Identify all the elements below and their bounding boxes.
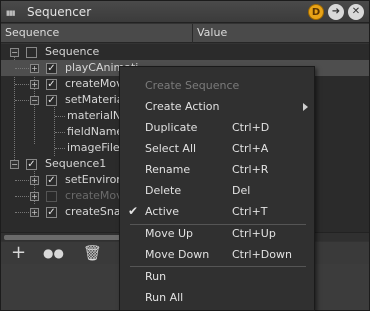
menu-item-duplicate[interactable]: Duplicate Ctrl+D: [120, 117, 314, 138]
panel-title: Sequencer: [27, 5, 92, 19]
tree-guide: [15, 212, 29, 213]
menu-item-select-all[interactable]: Select All Ctrl+A: [120, 138, 314, 159]
row-label: setMateria: [65, 93, 124, 106]
tree-guide: [15, 84, 29, 85]
column-value[interactable]: Value: [197, 26, 227, 39]
close-icon[interactable]: ✕: [348, 4, 364, 20]
row-label: setEnviron: [65, 173, 124, 186]
column-header: Sequence Value: [1, 24, 369, 43]
collapse-icon[interactable]: −: [10, 48, 19, 57]
row-checkbox[interactable]: [26, 47, 37, 58]
menu-item-shortcut: Ctrl+Down: [232, 248, 292, 261]
menu-item-run-all[interactable]: Run All: [120, 287, 314, 308]
menu-item-shortcut: Ctrl+A: [232, 142, 269, 155]
menu-item-move-down[interactable]: Move Down Ctrl+Down: [120, 244, 314, 265]
grip-icon[interactable]: ▮▮▮: [6, 9, 16, 17]
menu-item-label: Delete: [145, 184, 182, 197]
check-icon: ✔: [128, 204, 139, 218]
tree-guide: [55, 132, 65, 133]
collapse-icon[interactable]: −: [10, 160, 19, 169]
row-checkbox[interactable]: ✓: [46, 207, 57, 218]
row-checkbox[interactable]: ✓: [46, 175, 57, 186]
record-icon[interactable]: ●●: [43, 242, 64, 264]
row-label: fieldName: [67, 125, 124, 138]
expand-icon[interactable]: +: [30, 192, 39, 201]
expand-icon[interactable]: +: [30, 64, 39, 73]
menu-item-shortcut: Del: [232, 184, 251, 197]
trash-icon[interactable]: 🗑: [83, 242, 102, 264]
menu-item-label: Select All: [145, 142, 197, 155]
menu-item-label: Move Down: [145, 248, 210, 261]
row-label: imageFiler: [67, 141, 125, 154]
column-divider[interactable]: [192, 24, 193, 43]
menu-item-shortcut: Ctrl+Up: [232, 227, 276, 240]
row-label: createMov: [65, 189, 123, 202]
row-checkbox[interactable]: ✓: [46, 79, 57, 90]
menu-item-label: Create Sequence: [145, 79, 240, 92]
menu-item-move-up[interactable]: Move Up Ctrl+Up: [120, 223, 314, 244]
menu-item-shortcut: Ctrl+T: [232, 205, 268, 218]
context-menu: Create Sequence Create Action Duplicate …: [119, 66, 315, 311]
tree-guide: [15, 68, 29, 69]
tree-guide: [55, 116, 65, 117]
menu-item-active[interactable]: ✔ Active Ctrl+T: [120, 201, 314, 222]
menu-item-label: Run All: [145, 291, 184, 304]
title-bar[interactable]: ▮▮▮ Sequencer D ➜ ✕: [1, 1, 369, 23]
menu-item-run[interactable]: Run: [120, 266, 314, 287]
collapse-icon[interactable]: −: [30, 96, 39, 105]
menu-item-label: Move Up: [145, 227, 194, 240]
expand-icon[interactable]: +: [30, 208, 39, 217]
submenu-arrow-icon: [303, 103, 308, 111]
menu-item-label: Duplicate: [145, 121, 198, 134]
row-checkbox[interactable]: ✓: [26, 159, 37, 170]
expand-icon[interactable]: +: [30, 80, 39, 89]
row-checkbox[interactable]: ✓: [46, 63, 57, 74]
menu-item-rename[interactable]: Rename Ctrl+R: [120, 159, 314, 180]
menu-item-delete[interactable]: Delete Del: [120, 180, 314, 201]
tree-guide: [15, 180, 29, 181]
tree-guide: [15, 196, 29, 197]
add-icon[interactable]: +: [11, 242, 26, 264]
row-label: Sequence: [45, 45, 100, 58]
menu-item-create-sequence[interactable]: Create Sequence: [120, 75, 314, 96]
arrow-right-icon[interactable]: ➜: [328, 4, 344, 20]
menu-item-shortcut: Ctrl+R: [232, 163, 269, 176]
menu-item-label: Run: [145, 270, 167, 283]
expand-icon[interactable]: +: [30, 176, 39, 185]
d-badge-icon[interactable]: D: [308, 4, 324, 20]
menu-item-shortcut: Ctrl+D: [232, 121, 270, 134]
menu-item-label: Active: [145, 205, 180, 218]
menu-item-label: Create Action: [145, 100, 220, 113]
column-sequence[interactable]: Sequence: [5, 26, 59, 39]
row-label: createMov: [65, 77, 123, 90]
row-checkbox[interactable]: ✓: [46, 95, 57, 106]
tree-guide: [15, 100, 29, 101]
menu-item-create-action[interactable]: Create Action: [120, 96, 314, 117]
row-label: Sequence1: [45, 157, 107, 170]
row-checkbox[interactable]: [46, 191, 57, 202]
menu-item-label: Rename: [145, 163, 191, 176]
tree-guide: [55, 148, 65, 149]
tree-row[interactable]: − Sequence: [1, 44, 369, 60]
